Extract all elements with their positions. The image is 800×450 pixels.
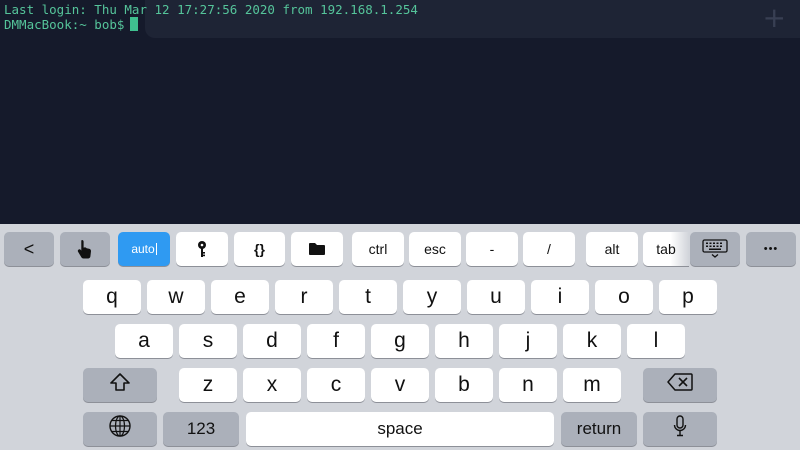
touch-mode-button[interactable]	[60, 232, 110, 266]
braces-button[interactable]: {}	[234, 232, 285, 266]
slash-key[interactable]: /	[523, 232, 575, 266]
ctrl-key[interactable]: ctrl	[352, 232, 404, 266]
shift-arrow-icon	[109, 372, 131, 398]
key-z[interactable]: z	[179, 368, 237, 402]
microphone-icon	[673, 415, 687, 443]
dash-label: -	[489, 241, 495, 257]
auto-toggle-button[interactable]: auto	[118, 232, 170, 266]
shift-key[interactable]	[83, 368, 157, 402]
ctrl-label: ctrl	[368, 241, 388, 257]
key-d[interactable]: d	[243, 324, 301, 358]
key-y[interactable]: y	[403, 280, 461, 314]
prompt-line: DMMacBook:~ bob$	[4, 17, 139, 32]
key-w[interactable]: w	[147, 280, 205, 314]
key-n[interactable]: n	[499, 368, 557, 402]
key-icon	[197, 240, 207, 258]
backspace-icon	[667, 373, 693, 397]
more-button[interactable]: •••	[746, 232, 796, 266]
esc-label: esc	[424, 241, 446, 257]
key-m[interactable]: m	[563, 368, 621, 402]
key-r[interactable]: r	[275, 280, 333, 314]
space-bar[interactable]: space	[246, 412, 554, 446]
key-j[interactable]: j	[499, 324, 557, 358]
prompt-text: DMMacBook:~ bob$	[4, 17, 125, 32]
hide-keyboard-button[interactable]	[690, 232, 740, 266]
key-a[interactable]: a	[115, 324, 173, 358]
braces-label: {}	[254, 241, 265, 257]
keyboard-row-3: z x c v b n m	[0, 368, 800, 404]
key-b[interactable]: b	[435, 368, 493, 402]
terminal-view[interactable]: + Last login: Thu Mar 12 17:27:56 2020 f…	[0, 0, 800, 224]
slash-label: /	[547, 241, 551, 257]
esc-key[interactable]: esc	[409, 232, 461, 266]
key-c[interactable]: c	[307, 368, 365, 402]
key-g[interactable]: g	[371, 324, 429, 358]
last-login-line: Last login: Thu Mar 12 17:27:56 2020 fro…	[4, 2, 418, 17]
terminal-cursor	[130, 17, 139, 31]
key-f[interactable]: f	[307, 324, 365, 358]
key-e[interactable]: e	[211, 280, 269, 314]
key-l[interactable]: l	[627, 324, 685, 358]
return-key[interactable]: return	[561, 412, 637, 446]
chevron-left-icon: <	[23, 238, 35, 259]
files-button[interactable]	[291, 232, 343, 266]
folder-icon	[308, 242, 326, 256]
keyboard: < auto {} ctrl esc - / alt tab ••• q w e…	[0, 224, 800, 450]
keyboard-row-4: 123 space return	[0, 412, 800, 448]
key-q[interactable]: q	[83, 280, 141, 314]
key-u[interactable]: u	[467, 280, 525, 314]
backspace-key[interactable]	[643, 368, 717, 402]
numbers-key[interactable]: 123	[163, 412, 239, 446]
keyboard-toolbar: < auto {} ctrl esc - / alt tab •••	[0, 232, 800, 268]
more-dots-icon: •••	[763, 243, 779, 255]
dash-key[interactable]: -	[466, 232, 518, 266]
key-t[interactable]: t	[339, 280, 397, 314]
key-i[interactable]: i	[531, 280, 589, 314]
key-k[interactable]: k	[563, 324, 621, 358]
key-p[interactable]: p	[659, 280, 717, 314]
alt-key[interactable]: alt	[586, 232, 638, 266]
globe-icon	[108, 414, 132, 444]
key-x[interactable]: x	[243, 368, 301, 402]
toolbar-back-button[interactable]: <	[4, 232, 54, 266]
pointing-hand-icon	[77, 239, 93, 259]
tab-key[interactable]: tab	[643, 232, 689, 266]
key-s[interactable]: s	[179, 324, 237, 358]
keyboard-dismiss-icon	[702, 239, 728, 259]
key-o[interactable]: o	[595, 280, 653, 314]
keyboard-row-1: q w e r t y u i o p	[0, 280, 800, 316]
tab-label: tab	[656, 241, 676, 257]
auto-label: auto	[131, 242, 155, 256]
keyboard-row-2: a s d f g h j k l	[0, 324, 800, 360]
key-v[interactable]: v	[371, 368, 429, 402]
text-cursor	[155, 243, 157, 255]
globe-key[interactable]	[83, 412, 157, 446]
key-h[interactable]: h	[435, 324, 493, 358]
alt-label: alt	[604, 241, 620, 257]
dictation-key[interactable]	[643, 412, 717, 446]
add-tab-button[interactable]: +	[763, 4, 786, 32]
key-button[interactable]	[176, 232, 228, 266]
